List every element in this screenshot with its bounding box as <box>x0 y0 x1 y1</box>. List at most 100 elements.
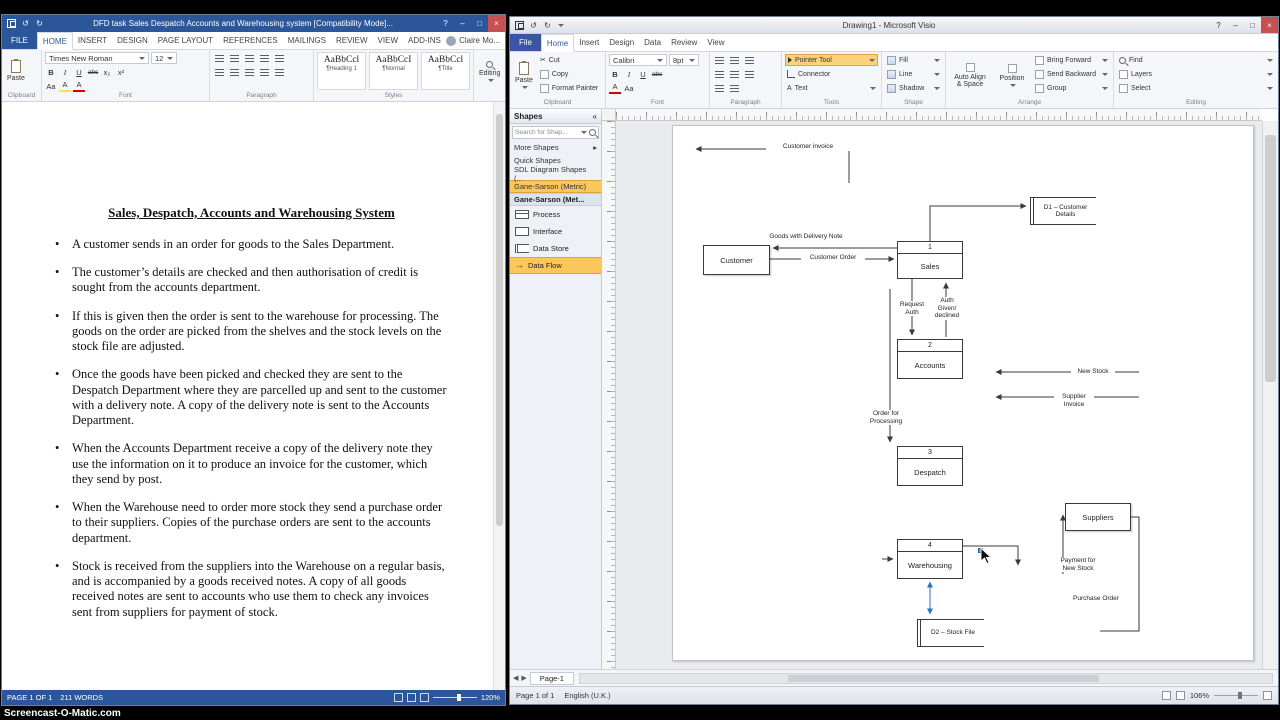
strikethrough-button[interactable]: abc <box>87 66 99 78</box>
style-normal[interactable]: AaBbCcI ¶Normal <box>369 52 418 90</box>
flow-label-new-stock[interactable]: New Stock <box>1071 368 1115 376</box>
align-middle-icon[interactable] <box>728 68 741 80</box>
scrollbar-thumb[interactable] <box>496 114 503 526</box>
flow-label-customer-order[interactable]: Customer Order <box>801 254 865 262</box>
word-tab-page-layout[interactable]: PAGE LAYOUT <box>153 32 218 49</box>
dfd-entity-suppliers[interactable]: Suppliers <box>1065 503 1131 531</box>
underline-button[interactable]: U <box>73 66 85 78</box>
align-left-icon[interactable] <box>713 54 726 66</box>
shadow-button[interactable]: Shadow <box>885 82 942 94</box>
prev-page-icon[interactable]: ◀ <box>513 674 518 682</box>
editing-button[interactable]: Editing <box>477 52 502 90</box>
undo-icon[interactable]: ↺ <box>528 20 539 31</box>
font-name-select[interactable]: Calibri <box>609 54 667 66</box>
word-tab-references[interactable]: REFERENCES <box>218 32 283 49</box>
visio-horizontal-scrollbar[interactable] <box>578 672 1273 684</box>
indent-icon[interactable] <box>728 82 741 94</box>
stencil-shape-data-flow[interactable]: → Data Flow <box>510 257 601 274</box>
word-vertical-scrollbar[interactable] <box>493 102 505 690</box>
sdl-diagram-shapes-item[interactable]: SDL Diagram Shapes (... <box>510 165 601 183</box>
align-right-icon[interactable] <box>243 66 256 78</box>
account-signin[interactable]: Claire Mo... <box>446 32 505 49</box>
line-button[interactable]: Line <box>885 68 942 80</box>
font-size-select[interactable]: 12 <box>151 52 177 64</box>
strikethrough-button[interactable]: abc <box>651 68 663 80</box>
word-tab-insert[interactable]: INSERT <box>73 32 112 49</box>
dfd-process-warehousing[interactable]: 4 Warehousing <box>897 539 963 579</box>
redo-icon[interactable]: ↻ <box>34 18 45 29</box>
web-layout-icon[interactable] <box>419 693 429 702</box>
subscript-button[interactable]: x₂ <box>101 66 113 78</box>
connector-button[interactable]: Connector <box>785 68 878 80</box>
word-tab-review[interactable]: REVIEW <box>331 32 373 49</box>
bold-button[interactable]: B <box>609 68 621 80</box>
visio-tab-insert[interactable]: Insert <box>574 34 604 51</box>
close-button[interactable]: × <box>488 15 505 32</box>
stencil-shape-data-store[interactable]: Data Store <box>510 240 601 257</box>
redo-icon[interactable]: ↻ <box>542 20 553 31</box>
stencil-header[interactable]: Gane-Sarson (Met... <box>510 193 601 206</box>
minimize-button[interactable]: – <box>1227 17 1244 33</box>
help-button[interactable]: ? <box>1210 17 1227 33</box>
cut-button[interactable]: ✂ Cut <box>538 54 600 66</box>
scrollbar-thumb[interactable] <box>787 674 1099 682</box>
scrollbar-thumb[interactable] <box>1265 135 1276 382</box>
page-indicator[interactable]: PAGE 1 OF 1 <box>7 693 52 702</box>
align-left-icon[interactable] <box>213 66 226 78</box>
visio-tab-design[interactable]: Design <box>604 34 639 51</box>
bring-forward-button[interactable]: Bring Forward <box>1033 54 1110 66</box>
font-size-select[interactable]: 8pt <box>669 54 699 66</box>
format-painter-button[interactable]: Format Painter <box>538 82 600 94</box>
send-backward-button[interactable]: Send Backward <box>1033 68 1110 80</box>
word-tab-add-ins[interactable]: ADD-INS <box>403 32 446 49</box>
line-spacing-icon[interactable] <box>273 66 286 78</box>
align-top-icon[interactable] <box>713 68 726 80</box>
flow-label-request-auth[interactable]: Request Auth <box>895 301 929 316</box>
italic-button[interactable]: I <box>59 66 71 78</box>
maximize-button[interactable]: □ <box>471 15 488 32</box>
increase-indent-icon[interactable] <box>273 52 286 64</box>
superscript-button[interactable]: x² <box>115 66 127 78</box>
stencil-shape-interface[interactable]: Interface <box>510 223 601 240</box>
dfd-process-despatch[interactable]: 3 Despatch <box>897 446 963 486</box>
presentation-mode-icon[interactable] <box>1175 691 1185 700</box>
visio-tab-file[interactable]: File <box>510 34 541 51</box>
visio-tab-review[interactable]: Review <box>666 34 702 51</box>
qat-customize-icon[interactable] <box>558 23 564 27</box>
style-title[interactable]: AaBbCcl ¶Title <box>421 52 470 90</box>
align-center-icon[interactable] <box>228 66 241 78</box>
visio-tab-view[interactable]: View <box>702 34 729 51</box>
align-bottom-icon[interactable] <box>743 68 756 80</box>
dfd-entity-customer[interactable]: Customer <box>703 245 770 275</box>
word-page[interactable]: Sales, Despatch, Accounts and Warehousin… <box>2 102 493 690</box>
visio-tab-data[interactable]: Data <box>639 34 666 51</box>
more-shapes-item[interactable]: More Shapes ▸ <box>510 141 601 154</box>
flow-label-purchase-order[interactable]: Purchase Order <box>1066 595 1126 603</box>
page-tab[interactable]: Page-1 <box>529 671 574 685</box>
next-page-icon[interactable]: ▶ <box>521 674 526 682</box>
flow-label-customer-invoice[interactable]: Customer invoice <box>766 143 850 151</box>
close-button[interactable]: × <box>1261 17 1278 33</box>
word-tab-file[interactable]: FILE <box>2 32 37 49</box>
zoom-slider-thumb[interactable] <box>1238 692 1243 699</box>
shape-search-box[interactable]: Search for Shap... <box>512 126 599 139</box>
align-right-icon[interactable] <box>743 54 756 66</box>
group-button[interactable]: Group <box>1033 82 1110 94</box>
auto-align-button[interactable]: Auto Align & Space <box>949 54 991 97</box>
flow-label-supplier-invoice[interactable]: Supplier Invoice <box>1054 393 1094 408</box>
dfd-process-sales[interactable]: 1 Sales <box>897 241 963 279</box>
dfd-datastore-d1[interactable]: D1 – Customer Details <box>1030 197 1096 225</box>
select-button[interactable]: Select <box>1117 82 1275 94</box>
page-indicator[interactable]: Page 1 of 1 <box>516 691 554 700</box>
style-heading1[interactable]: AaBbCcl ¶Heading 1 <box>317 52 366 90</box>
zoom-slider[interactable] <box>1214 692 1258 699</box>
zoom-level[interactable]: 106% <box>1190 691 1209 700</box>
flow-label-payment-new-stock[interactable]: Payment for New Stock <box>1054 557 1102 572</box>
save-icon[interactable] <box>514 20 525 31</box>
zoom-slider[interactable] <box>432 694 477 701</box>
flow-label-auth-given-declined[interactable]: Auth Given/ declined <box>930 297 964 320</box>
bullets-icon[interactable] <box>213 52 226 64</box>
flow-label-order-for-processing[interactable]: Order for Processing <box>863 410 909 425</box>
help-button[interactable]: ? <box>437 15 454 32</box>
align-center-icon[interactable] <box>728 54 741 66</box>
